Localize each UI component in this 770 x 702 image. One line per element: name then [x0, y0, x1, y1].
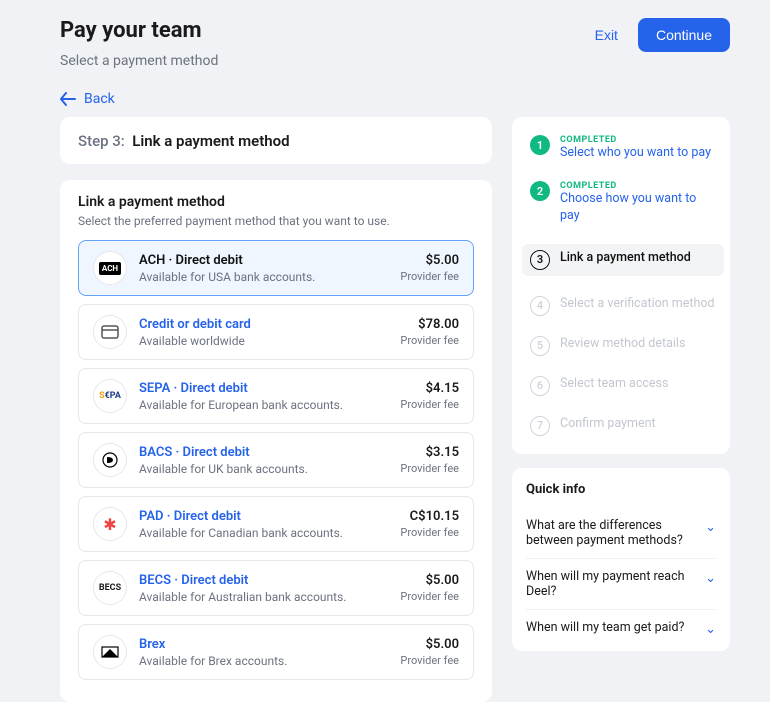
step-title: Review method details [560, 336, 685, 352]
quick-info-item[interactable]: When will my payment reach Deel? ⌄ [526, 558, 716, 609]
method-name: BECS · Direct debit [139, 573, 388, 588]
method-fee-label: Provider fee [400, 270, 459, 283]
step-number-badge: 5 [530, 336, 550, 356]
back-button[interactable]: Back [60, 91, 730, 107]
method-price: $4.15 [400, 381, 459, 396]
methods-subtitle: Select the preferred payment method that… [78, 214, 474, 228]
step-title: Select who you want to pay [560, 145, 711, 161]
step-status: COMPLETED [560, 181, 716, 191]
payment-method-option[interactable]: BECS BECS · Direct debit Available for Aus… [78, 560, 474, 616]
method-availability: Available for UK bank accounts. [139, 462, 388, 476]
quick-info-question: When will my payment reach Deel? [526, 569, 699, 599]
step-number: Step 3: [78, 132, 125, 150]
step-title: Link a payment method [560, 250, 691, 266]
progress-step[interactable]: 1 COMPLETEDSelect who you want to pay [530, 135, 716, 161]
step-title: Choose how you want to pay [560, 191, 716, 224]
bacs-logo-icon [93, 443, 127, 477]
progress-step[interactable]: 2 COMPLETEDChoose how you want to pay [530, 181, 716, 224]
payment-method-option[interactable]: S€PA SEPA · Direct debit Available for Eur… [78, 368, 474, 424]
method-name: SEPA · Direct debit [139, 381, 388, 396]
chevron-down-icon: ⌄ [705, 622, 716, 637]
method-availability: Available for European bank accounts. [139, 398, 388, 412]
chevron-down-icon: ⌄ [705, 571, 716, 586]
quick-info-card: Quick info What are the differences betw… [512, 468, 730, 651]
ach-logo-icon: ACH [93, 251, 127, 285]
method-name: BACS · Direct debit [139, 445, 388, 460]
method-fee-label: Provider fee [400, 462, 459, 475]
payment-method-option[interactable]: BACS · Direct debit Available for UK bank… [78, 432, 474, 488]
method-fee-label: Provider fee [400, 526, 459, 539]
quick-info-title: Quick info [526, 482, 716, 497]
card-logo-icon [93, 315, 127, 349]
step-number-badge: 6 [530, 376, 550, 396]
chevron-down-icon: ⌄ [705, 520, 716, 535]
payment-method-option[interactable]: BrexAvailable for Brex accounts.$5.00Pro… [78, 624, 474, 680]
method-fee-label: Provider fee [400, 590, 459, 603]
payment-method-option[interactable]: ✱ PAD · Direct debit Available for Canadia… [78, 496, 474, 552]
sepa-logo-icon: S€PA [93, 379, 127, 413]
step-title: Confirm payment [560, 416, 656, 432]
method-name: Brex [139, 637, 388, 652]
step-title: Select a verification method [560, 296, 715, 312]
step-number-badge: 3 [530, 250, 550, 270]
page-title: Pay your team [60, 18, 218, 43]
step-number-badge: 4 [530, 296, 550, 316]
progress-step: 6 Select team access [530, 376, 716, 396]
method-name: Credit or debit card [139, 317, 388, 332]
methods-title: Link a payment method [78, 194, 474, 210]
progress-step: 7 Confirm payment [530, 416, 716, 436]
payment-method-option[interactable]: Credit or debit card Available worldwide $… [78, 304, 474, 360]
back-label: Back [84, 91, 115, 107]
method-availability: Available for Brex accounts. [139, 654, 388, 668]
quick-info-item[interactable]: What are the differences between payment… [526, 507, 716, 558]
step-banner: Step 3: Link a payment method [60, 117, 492, 164]
arrow-left-icon [60, 92, 76, 106]
method-availability: Available worldwide [139, 334, 388, 348]
continue-button[interactable]: Continue [638, 18, 730, 52]
method-name: ACH · Direct debit [139, 253, 388, 268]
payment-method-option[interactable]: ACH ACH · Direct debit Available for USA b… [78, 240, 474, 296]
method-fee-label: Provider fee [400, 398, 459, 411]
method-price: $5.00 [400, 573, 459, 588]
method-availability: Available for Australian bank accounts. [139, 590, 388, 604]
method-fee-label: Provider fee [400, 334, 459, 347]
quick-info-question: When will my team get paid? [526, 620, 684, 635]
becs-logo-icon: BECS [93, 571, 127, 605]
step-title: Link a payment method [132, 132, 289, 150]
method-price: $5.00 [400, 253, 459, 268]
methods-card: Link a payment method Select the preferr… [60, 180, 492, 702]
progress-card: 1COMPLETEDSelect who you want to pay2COM… [512, 117, 730, 454]
page-subtitle: Select a payment method [60, 53, 218, 69]
method-availability: Available for Canadian bank accounts. [139, 526, 388, 540]
pad-logo-icon: ✱ [93, 507, 127, 541]
exit-button[interactable]: Exit [583, 19, 630, 51]
step-number-badge: 1 [530, 135, 550, 155]
brex-logo-icon [93, 635, 127, 669]
method-name: PAD · Direct debit [139, 509, 388, 524]
method-price: $78.00 [400, 317, 459, 332]
progress-step: 3 Link a payment method [522, 244, 724, 276]
quick-info-question: What are the differences between payment… [526, 518, 699, 548]
progress-step: 5 Review method details [530, 336, 716, 356]
progress-step: 4 Select a verification method [530, 296, 716, 316]
method-availability: Available for USA bank accounts. [139, 270, 388, 284]
step-number-badge: 7 [530, 416, 550, 436]
method-price: $3.15 [400, 445, 459, 460]
method-price: C$10.15 [400, 509, 459, 524]
step-number-badge: 2 [530, 181, 550, 201]
step-title: Select team access [560, 376, 668, 392]
method-fee-label: Provider fee [400, 654, 459, 667]
step-status: COMPLETED [560, 135, 711, 145]
quick-info-item[interactable]: When will my team get paid? ⌄ [526, 609, 716, 647]
